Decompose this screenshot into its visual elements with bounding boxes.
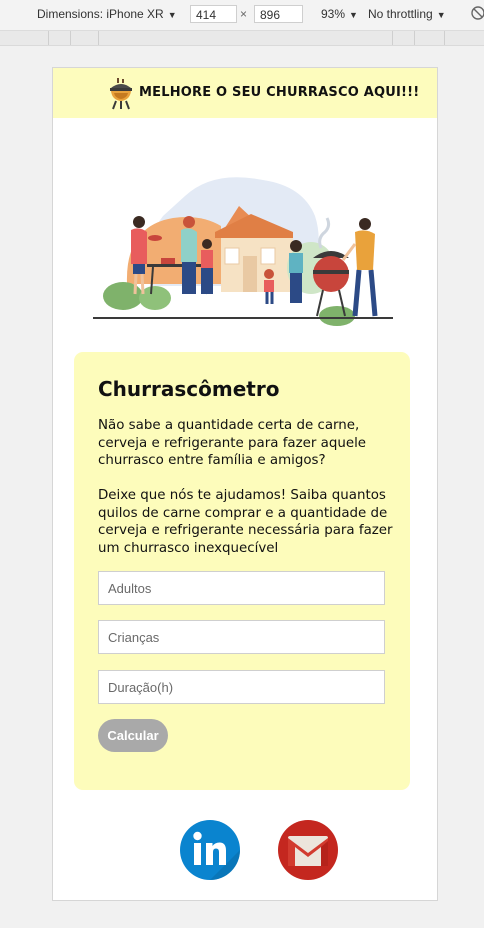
throttling-label: No throttling (368, 7, 433, 21)
linkedin-icon[interactable] (179, 819, 241, 881)
grill-icon (110, 78, 132, 110)
gmail-icon[interactable] (277, 819, 339, 881)
calculate-button[interactable]: Calcular (98, 719, 168, 752)
children-input[interactable] (98, 620, 385, 654)
site-header: MELHORE O SEU CHURRASCO AQUI!!! (53, 68, 437, 118)
height-input[interactable]: 896 (254, 5, 303, 23)
page-title: MELHORE O SEU CHURRASCO AQUI!!! (139, 85, 420, 100)
throttling-select[interactable]: No throttling ▼ (368, 7, 446, 21)
width-input[interactable]: 414 (190, 5, 237, 23)
card-title: Churrascômetro (98, 377, 280, 401)
zoom-label: 93% (321, 7, 346, 21)
device-dimensions-label: Dimensions: iPhone XR (37, 7, 164, 21)
device-dimensions-select[interactable]: Dimensions: iPhone XR ▼ (37, 7, 177, 21)
phone-viewport: MELHORE O SEU CHURRASCO AQUI!!! Churrasc… (52, 67, 438, 901)
media-query-ruler (0, 31, 484, 46)
adults-input[interactable] (98, 571, 385, 605)
times-separator: × (240, 7, 248, 21)
card-intro-text: Não sabe a quantidade certa de carne, ce… (98, 418, 367, 468)
rotate-icon[interactable] (470, 5, 484, 24)
zoom-select[interactable]: 93% ▼ (321, 7, 358, 21)
chevron-down-icon: ▼ (167, 10, 177, 20)
devtools-toolbar: Dimensions: iPhone XR ▼ 414 × 896 93% ▼ No… (0, 0, 484, 31)
card-description-text: Deixe que nós te ajudamos! Saiba quantos… (98, 488, 393, 556)
duration-input[interactable] (98, 670, 385, 704)
chevron-down-icon: ▼ (436, 10, 446, 20)
churrascometro-card: Churrascômetro Não sabe a quantidade cer… (74, 352, 410, 790)
chevron-down-icon: ▼ (349, 10, 358, 20)
barbecue-illustration (93, 177, 393, 326)
